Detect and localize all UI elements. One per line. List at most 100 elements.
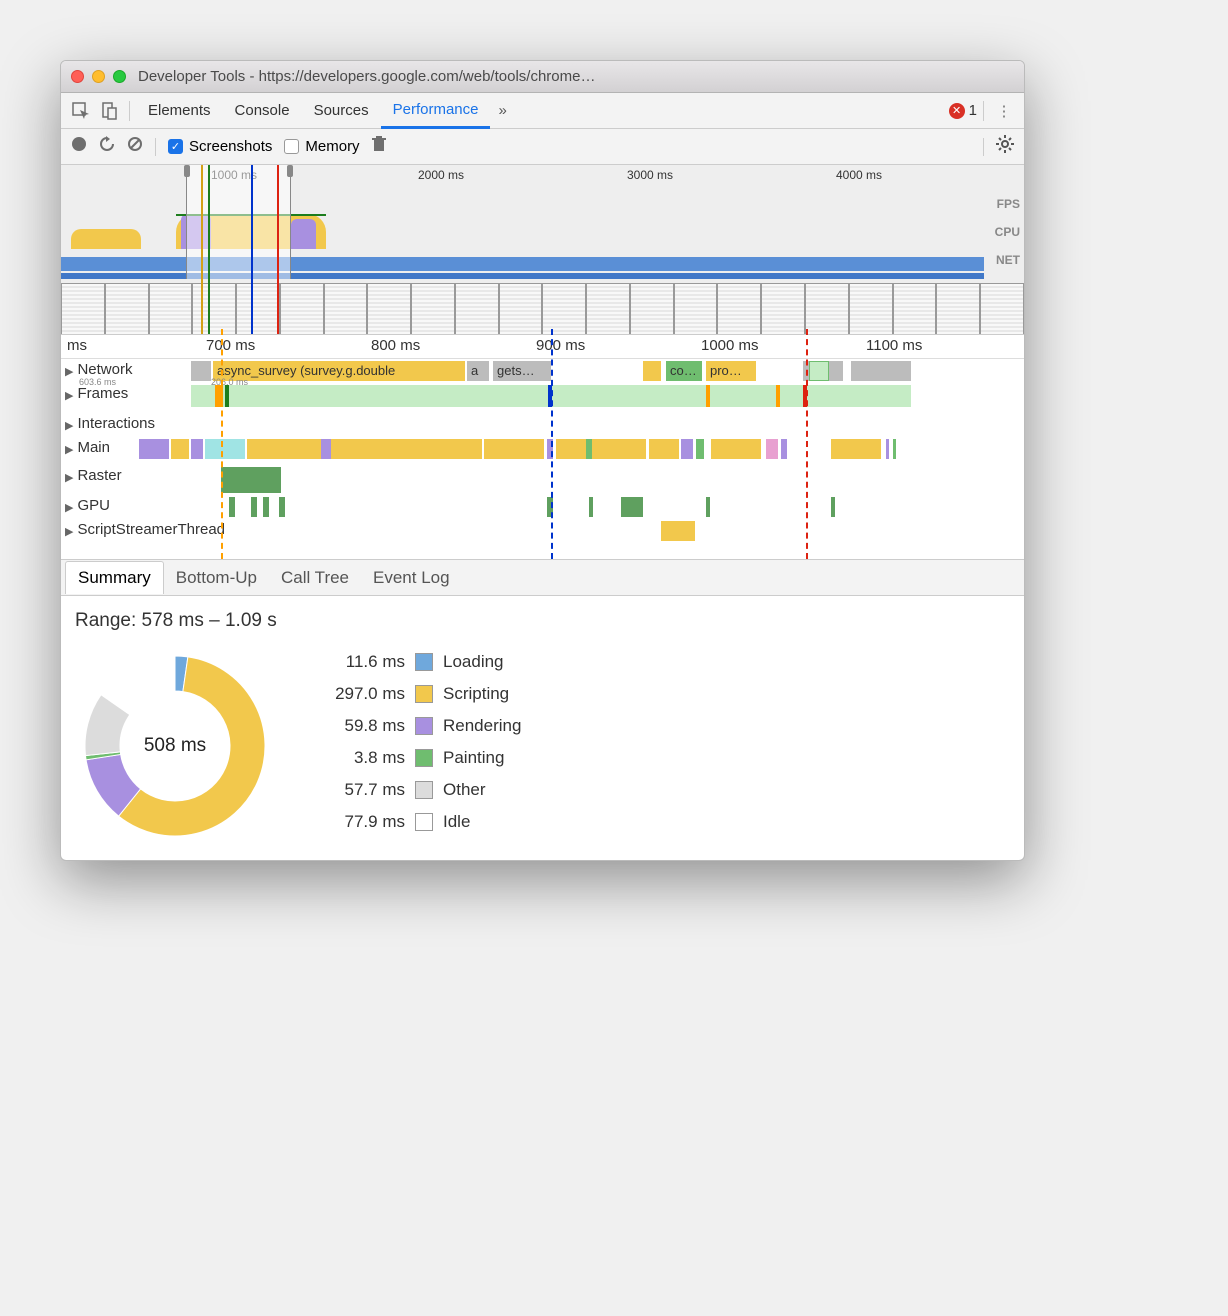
track-label: GPU	[77, 497, 110, 514]
track-label: Frames	[77, 385, 128, 402]
legend-row: 57.7 msOther	[305, 774, 521, 806]
separator	[983, 101, 984, 121]
screenshots-checkbox[interactable]: ✓ Screenshots	[168, 138, 272, 155]
network-bar[interactable]	[643, 361, 661, 381]
legend-ms: 59.8 ms	[305, 716, 405, 736]
memory-checkbox[interactable]: Memory	[284, 138, 359, 155]
tab-call-tree[interactable]: Call Tree	[269, 562, 361, 594]
clear-icon[interactable]	[127, 136, 143, 157]
expand-icon[interactable]: ▶	[65, 385, 73, 402]
reload-icon[interactable]	[99, 136, 115, 157]
network-bar[interactable]: gets…	[493, 361, 551, 381]
flame-ruler: ms 700 ms 800 ms 900 ms 1000 ms 1100 ms	[61, 335, 1024, 359]
tab-event-log[interactable]: Event Log	[361, 562, 462, 594]
timeline-overview[interactable]: 1000 ms 2000 ms 3000 ms 4000 ms FPS CPU …	[61, 165, 1024, 335]
legend-ms: 57.7 ms	[305, 780, 405, 800]
record-icon[interactable]	[71, 136, 87, 157]
legend-ms: 11.6 ms	[305, 652, 405, 672]
track-gpu[interactable]: ▶GPU	[61, 495, 1024, 519]
tab-summary[interactable]: Summary	[65, 561, 164, 594]
flame-chart[interactable]: ms 700 ms 800 ms 900 ms 1000 ms 1100 ms …	[61, 335, 1024, 560]
legend-swatch	[415, 813, 433, 831]
summary-tabbar: Summary Bottom-Up Call Tree Event Log	[61, 560, 1024, 596]
marker-line	[251, 165, 253, 334]
marker-dashed	[221, 329, 223, 559]
selection-handle-left[interactable]	[184, 165, 190, 177]
donut-center-label: 508 ms	[144, 735, 206, 757]
track-scriptstreamer[interactable]: ▶ScriptStreamerThread	[61, 519, 1024, 559]
expand-icon[interactable]: ▶	[65, 415, 73, 432]
window-title: Developer Tools - https://developers.goo…	[138, 68, 595, 85]
gear-icon[interactable]	[996, 135, 1014, 158]
track-interactions[interactable]: ▶Interactions	[61, 413, 1024, 437]
titlebar: Developer Tools - https://developers.goo…	[61, 61, 1024, 93]
legend-label: Scripting	[443, 684, 509, 704]
legend-swatch	[415, 685, 433, 703]
tab-console[interactable]: Console	[223, 93, 302, 129]
minimize-icon[interactable]	[92, 70, 105, 83]
track-raster[interactable]: ▶Raster	[61, 465, 1024, 495]
legend-label: Rendering	[443, 716, 521, 736]
legend-swatch	[415, 749, 433, 767]
expand-icon[interactable]: ▶	[65, 467, 73, 484]
overview-lane-labels: FPS CPU NET	[995, 190, 1020, 274]
network-bar[interactable]	[809, 361, 829, 381]
script-bar[interactable]	[661, 521, 695, 541]
legend-swatch	[415, 781, 433, 799]
track-label: Main	[77, 439, 110, 456]
checkbox-label: Memory	[305, 138, 359, 155]
legend-ms: 77.9 ms	[305, 812, 405, 832]
error-icon: ✕	[949, 103, 965, 119]
legend-row: 3.8 msPainting	[305, 742, 521, 774]
tab-sources[interactable]: Sources	[302, 93, 381, 129]
kebab-menu-icon[interactable]: ⋮	[990, 97, 1018, 125]
frame-marker	[706, 385, 710, 407]
tab-label: Elements	[148, 102, 211, 119]
network-bar[interactable]: pro…	[706, 361, 756, 381]
network-bar[interactable]	[191, 361, 211, 381]
tab-elements[interactable]: Elements	[136, 93, 223, 129]
legend-label: Painting	[443, 748, 504, 768]
legend-row: 11.6 msLoading	[305, 646, 521, 678]
expand-icon[interactable]: ▶	[65, 361, 73, 378]
track-network[interactable]: ▶Network async_survey (survey.g.double a…	[61, 359, 1024, 383]
zoom-icon[interactable]	[113, 70, 126, 83]
tab-bottom-up[interactable]: Bottom-Up	[164, 562, 269, 594]
tabs-overflow-icon[interactable]: »	[490, 102, 514, 119]
marker-dashed	[551, 329, 553, 559]
expand-icon[interactable]: ▶	[65, 497, 73, 514]
network-bar[interactable]	[851, 361, 911, 381]
network-bar[interactable]: co…	[666, 361, 702, 381]
checkbox-icon	[284, 139, 299, 154]
devtools-tabbar: Elements Console Sources Performance » ✕…	[61, 93, 1024, 129]
traffic-lights	[71, 70, 126, 83]
main-flame[interactable]	[191, 437, 1024, 465]
summary-panel: Range: 578 ms – 1.09 s 508 ms 11.6 msLoa…	[61, 596, 1024, 860]
marker-dashed	[806, 329, 808, 559]
legend-row: 297.0 ms Scripting	[305, 678, 521, 710]
legend-label: Idle	[443, 812, 470, 832]
expand-icon[interactable]: ▶	[65, 439, 73, 456]
track-main[interactable]: ▶Main	[61, 437, 1024, 465]
frame-marker	[225, 385, 229, 407]
expand-icon[interactable]: ▶	[65, 521, 73, 538]
trash-icon[interactable]	[372, 136, 386, 157]
track-label: Network	[77, 361, 132, 378]
raster-bar[interactable]	[221, 467, 281, 493]
donut-chart: 508 ms	[75, 646, 275, 846]
tab-performance[interactable]: Performance	[381, 93, 491, 129]
checkbox-icon: ✓	[168, 139, 183, 154]
device-toggle-icon[interactable]	[95, 97, 123, 125]
close-icon[interactable]	[71, 70, 84, 83]
error-indicator[interactable]: ✕ 1	[949, 102, 977, 119]
inspect-icon[interactable]	[67, 97, 95, 125]
legend-row: 77.9 ms Idle	[305, 806, 521, 838]
legend-row: 59.8 ms Rendering	[305, 710, 521, 742]
network-bar[interactable]: a	[467, 361, 489, 381]
checkbox-label: Screenshots	[189, 138, 272, 155]
network-bar[interactable]: async_survey (survey.g.double	[213, 361, 465, 381]
legend-ms: 297.0 ms	[305, 684, 405, 704]
tab-label: Sources	[314, 102, 369, 119]
selection-handle-right[interactable]	[287, 165, 293, 177]
track-frames[interactable]: ▶Frames 603.6 ms 206.0 ms	[61, 383, 1024, 413]
